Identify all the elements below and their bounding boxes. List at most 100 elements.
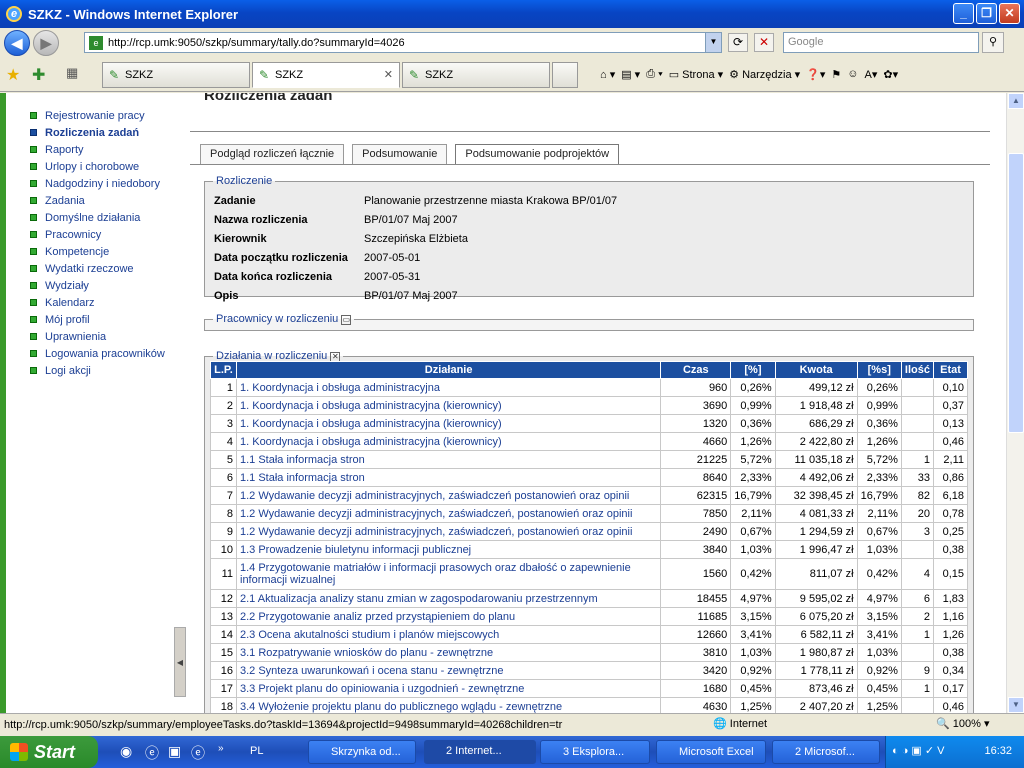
action-link[interactable]: 1. Koordynacja i obsługa administracyjna…: [235, 432, 662, 451]
zoom-level[interactable]: 🔍 100% ▾: [936, 717, 989, 730]
language-indicator[interactable]: PL: [250, 745, 263, 757]
sidebar-item[interactable]: Urlopy i chorobowe: [30, 158, 165, 175]
sidebar-item[interactable]: Zadania: [30, 192, 165, 209]
action-link-text[interactable]: 1.4 Przygotowanie matriałów i informacji…: [240, 562, 631, 586]
sidebar-item[interactable]: Mój profil: [30, 311, 165, 328]
sidebar-item[interactable]: Rejestrowanie pracy: [30, 107, 165, 124]
sidebar-item[interactable]: Uprawnienia: [30, 328, 165, 345]
action-link-text[interactable]: 1. Koordynacja i obsługa administracyjna…: [240, 436, 502, 448]
research-icon[interactable]: ⚑: [831, 68, 841, 81]
action-link-text[interactable]: 2.2 Przygotowanie analiz przed przystąpi…: [240, 611, 515, 623]
action-link[interactable]: 1.2 Wydawanie decyzji administracyjnych,…: [235, 504, 662, 523]
action-link-text[interactable]: 2.3 Ocena akutalności studium i planów m…: [240, 629, 499, 641]
address-dropdown-icon[interactable]: ▼: [705, 33, 721, 52]
sidebar-item[interactable]: Kompetencje: [30, 243, 165, 260]
action-link[interactable]: 3.4 Wyłożenie projektu planu do publiczn…: [235, 697, 662, 713]
sidebar-item[interactable]: Logowania pracowników: [30, 345, 165, 362]
action-link[interactable]: 1.1 Stała informacja stron: [235, 450, 662, 469]
action-link[interactable]: 1.4 Przygotowanie matriałów i informacji…: [235, 558, 662, 590]
browser-tab[interactable]: ✎ SZKZ: [102, 62, 250, 88]
col-etat[interactable]: Etat: [933, 361, 968, 379]
browser-tab[interactable]: ✎ SZKZ: [402, 62, 550, 88]
help-icon[interactable]: ❓▾: [806, 68, 825, 81]
tab-podsumowanie-podprojektow[interactable]: Podsumowanie podprojektów: [455, 144, 620, 164]
taskbar-item-excel[interactable]: Microsoft Excel: [656, 740, 766, 764]
sidebar-item[interactable]: Domyślne działania: [30, 209, 165, 226]
maximize-button[interactable]: ❐: [976, 3, 997, 24]
col-kwota[interactable]: Kwota: [774, 361, 858, 379]
col-ilosc[interactable]: Ilość: [900, 361, 935, 379]
extra-icon[interactable]: ✿▾: [883, 68, 898, 81]
col-dzialanie[interactable]: Działanie: [235, 361, 662, 379]
tab-podsumowanie[interactable]: Podsumowanie: [352, 144, 448, 164]
action-link-text[interactable]: 1. Koordynacja i obsługa administracyjna: [240, 382, 440, 394]
start-button[interactable]: Start: [0, 736, 98, 768]
feeds-icon[interactable]: ▤ ▾: [621, 68, 640, 81]
vertical-scrollbar[interactable]: ▲ ▼: [1006, 93, 1024, 713]
tools-menu[interactable]: ⚙ Narzędzia ▾: [729, 68, 800, 81]
taskbar-item-internet[interactable]: 2 Internet...: [424, 740, 536, 764]
page-menu[interactable]: ▭ Strona ▾: [669, 68, 723, 81]
action-link[interactable]: 1.2 Wydawanie decyzji administracyjnych,…: [235, 522, 662, 541]
action-link[interactable]: 1.1 Stała informacja stron: [235, 468, 662, 487]
action-link-text[interactable]: 3.4 Wyłożenie projektu planu do publiczn…: [240, 701, 562, 713]
action-link-text[interactable]: 1.1 Stała informacja stron: [240, 454, 365, 466]
action-link-text[interactable]: 3.2 Synteza uwarunkowań i ocena stanu - …: [240, 665, 504, 677]
col-lp[interactable]: L.P.: [210, 361, 237, 379]
minimize-button[interactable]: _: [953, 3, 974, 24]
ie-quicklaunch-icon[interactable]: ⓔ: [145, 743, 159, 763]
forward-button[interactable]: ▶: [33, 30, 59, 56]
new-tab-button[interactable]: [552, 62, 578, 88]
scroll-up-icon[interactable]: ▲: [1008, 93, 1024, 109]
messenger-icon[interactable]: ☺: [847, 68, 858, 80]
sidebar-item-active[interactable]: Rozliczenia zadań: [30, 124, 165, 141]
action-link[interactable]: 2.1 Aktualizacja analizy stanu zmian w z…: [235, 589, 662, 608]
action-link[interactable]: 2.2 Przygotowanie analiz przed przystąpi…: [235, 607, 662, 626]
action-link[interactable]: 1. Koordynacja i obsługa administracyjna: [235, 378, 662, 397]
tray-icons[interactable]: ◐ ◑ ▣ ✓ V: [892, 744, 944, 757]
expand-icon[interactable]: ▭: [341, 315, 352, 325]
sidebar-item[interactable]: Kalendarz: [30, 294, 165, 311]
add-favorite-icon[interactable]: ✚: [32, 65, 45, 85]
col-czas[interactable]: Czas: [660, 361, 732, 379]
action-link-text[interactable]: 1.2 Wydawanie decyzji administracyjnych,…: [240, 526, 632, 538]
action-link[interactable]: 1.3 Prowadzenie biuletynu informacji pub…: [235, 540, 662, 559]
taskbar-item-word[interactable]: 2 Microsof...: [772, 740, 880, 764]
col-pct[interactable]: [%]: [730, 361, 776, 379]
action-link-text[interactable]: 1.2 Wydawanie decyzji administracyjnych,…: [240, 508, 632, 520]
sidebar-item[interactable]: Raporty: [30, 141, 165, 158]
close-tab-icon[interactable]: ✕: [384, 63, 393, 87]
taskbar-item-explorer[interactable]: 3 Eksplora...: [540, 740, 650, 764]
search-icon[interactable]: ⚲: [982, 32, 1004, 53]
quick-tabs-icon[interactable]: ▦: [66, 65, 78, 81]
browser-tab-active[interactable]: ✎ SZKZ ✕: [252, 62, 400, 88]
home-icon[interactable]: ⌂ ▾: [600, 68, 615, 81]
print-icon[interactable]: ⎙ ▾: [646, 68, 662, 81]
sidebar-item[interactable]: Logi akcji: [30, 362, 165, 379]
favorites-star-icon[interactable]: ★: [6, 65, 20, 85]
scroll-thumb[interactable]: [1008, 153, 1024, 433]
sidebar-item[interactable]: Nadgodziny i niedobory: [30, 175, 165, 192]
firefox-icon[interactable]: ◉: [120, 743, 132, 760]
action-link[interactable]: 2.3 Ocena akutalności studium i planów m…: [235, 625, 662, 644]
taskbar-item-inbox[interactable]: Skrzynka od...: [308, 740, 416, 764]
back-button[interactable]: ◀: [4, 30, 30, 56]
action-link[interactable]: 1. Koordynacja i obsługa administracyjna…: [235, 414, 662, 433]
action-link-text[interactable]: 1. Koordynacja i obsługa administracyjna…: [240, 418, 502, 430]
action-link-text[interactable]: 1.1 Stała informacja stron: [240, 472, 365, 484]
action-link-text[interactable]: 2.1 Aktualizacja analizy stanu zmian w z…: [240, 593, 598, 605]
action-link-text[interactable]: 1.3 Prowadzenie biuletynu informacji pub…: [240, 544, 471, 556]
action-link[interactable]: 3.1 Rozpatrywanie wniosków do planu - ze…: [235, 643, 662, 662]
scroll-down-icon[interactable]: ▼: [1008, 697, 1024, 713]
search-input[interactable]: Google: [783, 32, 979, 53]
close-button[interactable]: ✕: [999, 3, 1020, 24]
action-link-text[interactable]: 1. Koordynacja i obsługa administracyjna…: [240, 400, 502, 412]
action-link[interactable]: 3.3 Projekt planu do opiniowania i uzgod…: [235, 679, 662, 698]
action-link-text[interactable]: 3.1 Rozpatrywanie wniosków do planu - ze…: [240, 647, 493, 659]
sidebar-item[interactable]: Pracownicy: [30, 226, 165, 243]
refresh-button[interactable]: ⟳: [728, 33, 748, 52]
show-more-icon[interactable]: »: [218, 743, 224, 754]
sidebar-item[interactable]: Wydatki rzeczowe: [30, 260, 165, 277]
action-link[interactable]: 3.2 Synteza uwarunkowań i ocena stanu - …: [235, 661, 662, 680]
address-field[interactable]: e http://rcp.umk:9050/szkp/summary/tally…: [84, 32, 722, 53]
